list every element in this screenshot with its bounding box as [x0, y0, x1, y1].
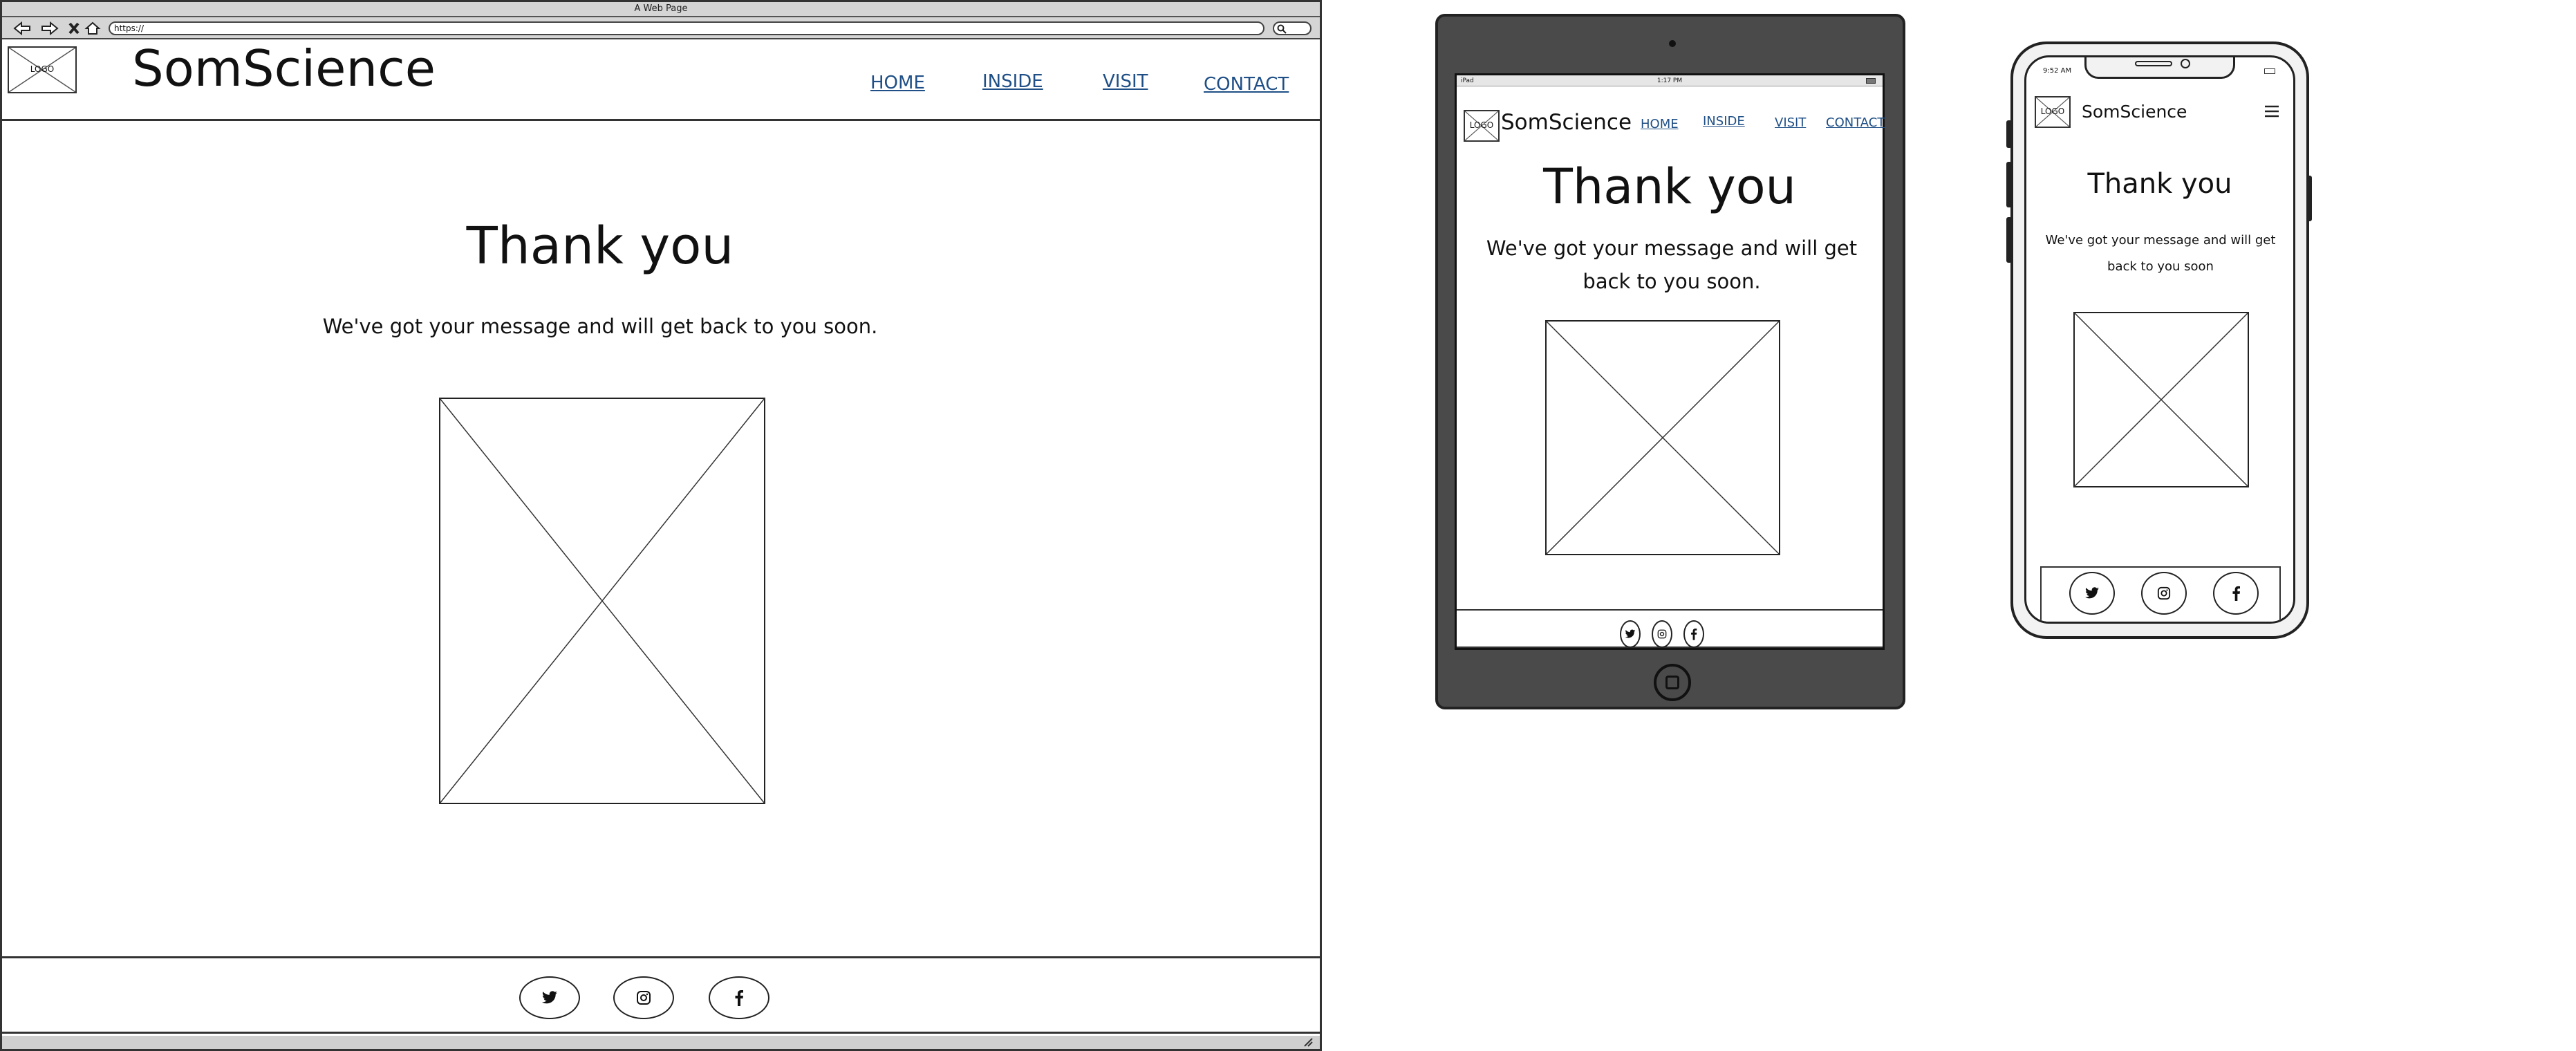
page-title: Thank you [466, 216, 734, 276]
volume-down-button [2006, 217, 2012, 263]
image-placeholder [2073, 312, 2249, 487]
search-icon [1277, 24, 1287, 34]
instagram-icon [2157, 586, 2171, 600]
window-title: A Web Page [634, 3, 688, 14]
site-header: LOGO SomScience HOME INSIDE VISIT CONTAC… [2, 39, 1320, 121]
power-button [2306, 176, 2312, 221]
facebook-icon [1691, 629, 1697, 640]
browser-nav-icons [13, 21, 101, 36]
nav-inside-link[interactable]: INSIDE [1703, 114, 1745, 129]
forward-icon [41, 21, 59, 36]
confirmation-message: We've got your message and will get back… [1486, 236, 1858, 293]
logo-placeholder[interactable]: LOGO [8, 46, 77, 93]
home-button[interactable] [1654, 664, 1691, 701]
nav-visit-link[interactable]: VISIT [1103, 71, 1148, 92]
front-camera [2181, 59, 2190, 68]
phone-screen: 9:52 AM LOGO SomScience Thank you We've … [2024, 55, 2295, 624]
home-icon [84, 21, 101, 35]
nav-home-link[interactable]: HOME [870, 73, 925, 93]
facebook-link[interactable] [2213, 572, 2259, 615]
brand-name: SomScience [132, 39, 436, 97]
side-button [2006, 120, 2012, 148]
brand-name: SomScience [2082, 102, 2187, 122]
status-time: 1:17 PM [1656, 77, 1683, 84]
image-placeholder [1545, 320, 1780, 555]
nav-contact-link[interactable]: CONTACT [1826, 115, 1885, 130]
instagram-link[interactable] [2141, 572, 2187, 615]
facebook-link[interactable] [709, 976, 769, 1019]
front-camera [1669, 40, 1676, 47]
close-icon [68, 22, 80, 35]
phone-notch [2084, 57, 2235, 79]
nav-home-link[interactable]: HOME [1641, 117, 1679, 131]
back-icon [13, 21, 30, 36]
logo-text: LOGO [1469, 120, 1494, 130]
page-title: Thank you [2087, 168, 2232, 200]
site-footer [1457, 609, 1883, 648]
logo-text: LOGO [30, 64, 55, 74]
twitter-icon [2085, 587, 2099, 599]
battery-icon [1866, 78, 1876, 84]
browser-status-bar [2, 1036, 1320, 1049]
tablet-screen: iPad 1:17 PM LOGO SomScience HOME INSIDE… [1455, 73, 1885, 650]
site-footer [2, 956, 1320, 1034]
instagram-link[interactable] [613, 976, 674, 1019]
battery-icon [2264, 68, 2275, 74]
confirmation-message: We've got your message and will get back… [2045, 233, 2276, 274]
nav-inside-link[interactable]: INSIDE [982, 71, 1043, 92]
instagram-icon [637, 991, 651, 1005]
browser-toolbar: https:// [2, 17, 1320, 39]
browser-search-field[interactable] [1273, 21, 1312, 35]
logo-placeholder[interactable]: LOGO [2035, 96, 2071, 128]
twitter-icon [542, 991, 557, 1004]
desktop-browser-mockup: A Web Page https:// LOGO SomScience HOME… [0, 0, 1322, 1051]
logo-text: LOGO [2040, 106, 2065, 116]
twitter-link[interactable] [2069, 572, 2115, 615]
confirmation-message: We've got your message and will get back… [322, 315, 878, 338]
logo-placeholder[interactable]: LOGO [1464, 110, 1500, 142]
facebook-icon [2232, 586, 2240, 601]
tablet-status-bar: iPad 1:17 PM [1457, 75, 1883, 86]
speaker-grille [2135, 61, 2172, 66]
instagram-link[interactable] [1652, 620, 1672, 648]
volume-up-button [2006, 162, 2012, 207]
image-placeholder [439, 398, 765, 804]
twitter-link[interactable] [1620, 620, 1641, 648]
instagram-icon [1657, 629, 1667, 639]
window-title-bar: A Web Page [2, 2, 1320, 17]
page-title: Thank you [1543, 158, 1796, 215]
url-field[interactable]: https:// [109, 21, 1264, 35]
facebook-link[interactable] [1683, 620, 1704, 648]
twitter-link[interactable] [519, 976, 580, 1019]
resize-grip-icon[interactable] [1302, 1037, 1313, 1047]
nav-visit-link[interactable]: VISIT [1775, 115, 1806, 130]
site-footer [2040, 566, 2281, 622]
hamburger-menu-icon[interactable] [2264, 104, 2279, 118]
nav-contact-link[interactable]: CONTACT [1204, 74, 1289, 95]
facebook-icon [735, 990, 743, 1006]
status-time: 9:52 AM [2043, 67, 2072, 75]
home-button-icon [1665, 676, 1679, 689]
twitter-icon [1625, 629, 1636, 638]
brand-name: SomScience [1501, 110, 1632, 135]
